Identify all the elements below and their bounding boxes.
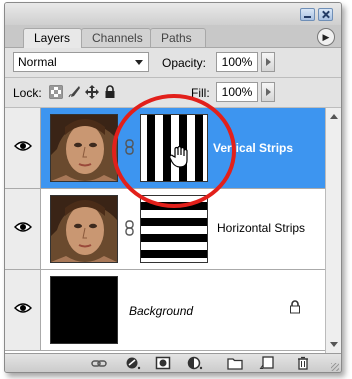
visibility-toggle[interactable]	[5, 108, 41, 188]
lock-icon	[289, 300, 301, 314]
lock-options-row: Lock: Fill: 100%	[5, 78, 341, 108]
layer-name[interactable]: Horizontal Strips	[217, 221, 305, 235]
horizontal-stripes-mask-icon	[141, 196, 207, 262]
tab-paths[interactable]: Paths	[150, 28, 206, 47]
adjustment-layer-icon[interactable]	[187, 356, 203, 370]
layer-thumbnail[interactable]	[50, 276, 118, 344]
layers-list: Vertical Strips Horizontal Strips Backgr…	[5, 108, 325, 353]
new-layer-icon[interactable]	[259, 356, 275, 370]
resize-grip[interactable]	[331, 363, 339, 371]
layer-row-vertical-strips[interactable]: Vertical Strips	[5, 108, 325, 189]
layers-panel: Channels Paths Layers ▶ Normal Opacity: …	[4, 2, 342, 373]
lock-transparent-pixels-icon[interactable]	[49, 85, 63, 99]
visibility-toggle[interactable]	[5, 189, 41, 269]
portrait-photo-icon	[51, 196, 117, 262]
scroll-up-icon[interactable]	[330, 114, 338, 119]
blend-options-row: Normal Opacity: 100%	[5, 48, 341, 78]
portrait-photo-icon	[51, 115, 117, 181]
layer-row-background[interactable]: Background	[5, 270, 325, 351]
panel-bottom-toolbar	[5, 353, 341, 372]
vertical-stripes-mask-icon	[141, 115, 207, 181]
delete-layer-icon[interactable]	[295, 356, 311, 370]
scroll-down-icon[interactable]	[330, 342, 338, 347]
tab-channels[interactable]: Channels	[81, 28, 151, 47]
panel-titlebar	[5, 3, 341, 25]
opacity-label: Opacity:	[162, 56, 207, 70]
fill-label: Fill:	[191, 86, 210, 100]
visibility-toggle[interactable]	[5, 270, 41, 350]
lock-all-icon[interactable]	[103, 85, 117, 99]
opacity-slider-button[interactable]	[261, 52, 275, 72]
lock-image-pixels-icon[interactable]	[67, 85, 81, 99]
opacity-input[interactable]: 100%	[216, 52, 258, 72]
close-icon[interactable]	[318, 8, 333, 21]
eye-icon	[14, 141, 32, 151]
blend-mode-value: Normal	[18, 55, 57, 69]
layer-mask-thumbnail[interactable]	[140, 195, 208, 263]
mask-link-icon[interactable]	[125, 139, 134, 155]
mask-link-icon[interactable]	[125, 220, 134, 236]
fill-slider-button[interactable]	[261, 82, 275, 102]
lock-position-icon[interactable]	[85, 85, 99, 99]
eye-icon	[14, 303, 32, 313]
eye-icon	[14, 222, 32, 232]
layer-style-icon[interactable]	[125, 356, 141, 370]
layer-thumbnail[interactable]	[50, 195, 118, 263]
layer-name[interactable]: Vertical Strips	[213, 141, 293, 155]
fill-input[interactable]: 100%	[216, 82, 258, 102]
layers-scrollbar[interactable]	[325, 108, 341, 353]
flyout-menu-icon[interactable]: ▶	[317, 28, 335, 46]
layer-name[interactable]: Background	[129, 304, 193, 318]
lock-label: Lock:	[13, 86, 42, 100]
add-mask-icon[interactable]	[155, 356, 171, 370]
new-group-icon[interactable]	[227, 356, 243, 370]
link-layers-icon[interactable]	[91, 356, 107, 370]
minimize-icon[interactable]	[300, 8, 315, 21]
layer-thumbnail[interactable]	[50, 114, 118, 182]
tab-layers[interactable]: Layers	[23, 28, 82, 48]
layer-row-horizontal-strips[interactable]: Horizontal Strips	[5, 189, 325, 270]
chevron-down-icon	[135, 60, 143, 65]
blend-mode-select[interactable]: Normal	[13, 52, 149, 72]
panel-tabs: Channels Paths Layers ▶	[5, 25, 341, 48]
layer-mask-thumbnail[interactable]	[140, 114, 208, 182]
